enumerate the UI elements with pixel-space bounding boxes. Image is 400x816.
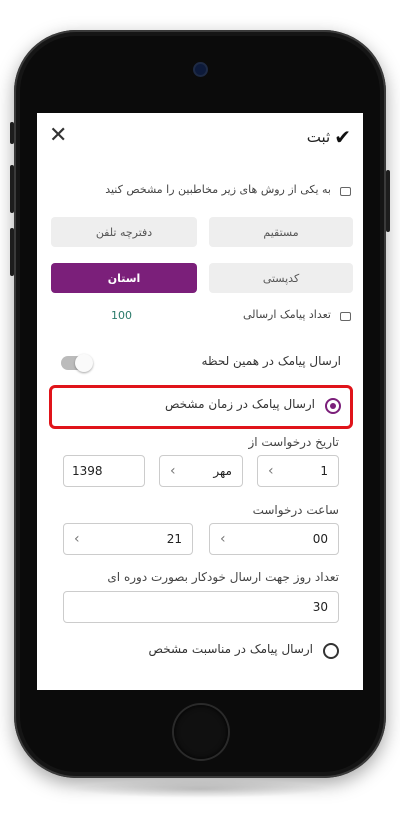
auto-days-input[interactable]: 30: [63, 591, 339, 623]
phone-shadow: [70, 780, 330, 798]
auto-days-value: 30: [312, 600, 328, 614]
sms-count-value: 100: [111, 309, 132, 322]
toggle-knob: [75, 354, 93, 372]
scheduled-radio[interactable]: [325, 398, 341, 414]
year-field[interactable]: 1398: [63, 455, 145, 487]
option-postcode-button[interactable]: کدپستی: [209, 263, 353, 293]
chevron-left-icon: ‹: [220, 531, 226, 547]
submit-button[interactable]: ✔ ثبت: [307, 127, 351, 147]
request-time-label: ساعت درخواست: [252, 503, 339, 517]
option-phonebook-button[interactable]: دفترچه تلفن: [51, 217, 197, 247]
home-button[interactable]: [174, 705, 228, 759]
chevron-left-icon: ‹: [170, 463, 176, 479]
month-value: مهر: [213, 464, 232, 478]
check-icon: ✔: [334, 125, 351, 149]
occasion-label: ارسال پیامک در مناسبت مشخص: [148, 642, 313, 656]
minute-select[interactable]: 00 ‹: [209, 523, 339, 555]
year-value: 1398: [72, 464, 103, 478]
request-date-label: تاریخ درخواست از: [248, 435, 339, 449]
month-select[interactable]: مهر ‹: [159, 455, 243, 487]
minute-value: 00: [312, 532, 328, 546]
volume-down-button: [10, 228, 14, 276]
occasion-radio[interactable]: [323, 643, 339, 659]
power-button: [386, 170, 390, 232]
volume-up-button: [10, 165, 14, 213]
app-screen: ✔ ثبت ✕ به یکی از روش های زیر مخاطبین را…: [37, 113, 363, 690]
option-province-button[interactable]: استان: [51, 263, 197, 293]
bullet-icon: [340, 187, 351, 196]
submit-label: ثبت: [306, 128, 331, 146]
silent-switch: [10, 122, 14, 144]
close-icon[interactable]: ✕: [49, 125, 67, 147]
chevron-left-icon: ‹: [268, 463, 274, 479]
recipients-prompt: به یکی از روش های زیر مخاطبین را مشخص کن…: [105, 183, 331, 196]
auto-days-label: تعداد روز جهت ارسال خودکار بصورت دوره ای: [107, 570, 339, 584]
chevron-left-icon: ‹: [74, 531, 80, 547]
option-direct-button[interactable]: مستقیم: [209, 217, 353, 247]
day-select[interactable]: 1 ‹: [257, 455, 339, 487]
bullet-icon: [340, 312, 351, 321]
scheduled-label: ارسال پیامک در زمان مشخص: [164, 397, 315, 411]
radio-dot: [330, 403, 336, 409]
front-camera-icon: [195, 64, 206, 75]
send-now-label: ارسال پیامک در همین لحظه: [201, 354, 341, 368]
hour-select[interactable]: 21 ‹: [63, 523, 193, 555]
hour-value: 21: [166, 532, 182, 546]
day-value: 1: [320, 464, 328, 478]
sms-count-label: تعداد پیامک ارسالی: [242, 308, 331, 321]
